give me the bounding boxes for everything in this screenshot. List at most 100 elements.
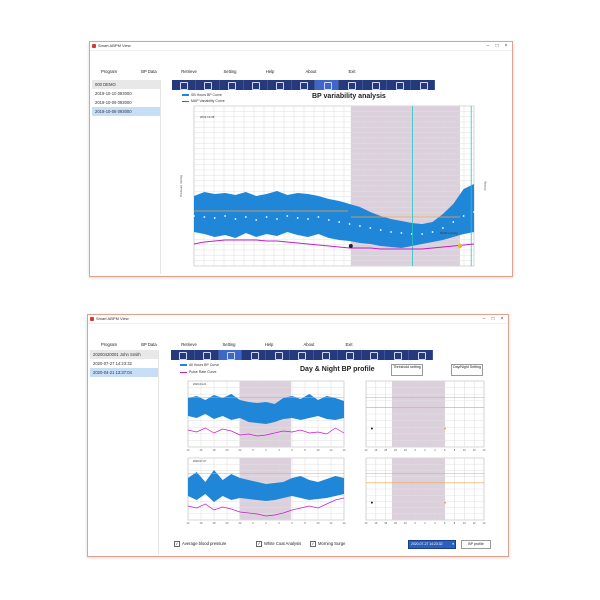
tab-table-icon[interactable] (338, 350, 362, 360)
legend-pulse-curve: Pulse Rate Curve (180, 370, 216, 374)
bp-reading-point (462, 215, 465, 217)
y-axis-label-right: mmHg (483, 181, 487, 190)
daynight-setting-button[interactable]: Day/Night Setting (451, 364, 483, 376)
record-item-selected[interactable]: 2020-04-21 13:37:04 (90, 368, 158, 377)
bp-data-button[interactable]: ▣ BP Data (132, 325, 166, 347)
tab-print-icon[interactable] (195, 350, 219, 360)
x-tick-label: 6 (444, 521, 446, 525)
date-label: 2019-10-08 (200, 115, 215, 119)
tab-variability-icon[interactable] (314, 350, 338, 360)
about-button[interactable]: … About (292, 325, 326, 347)
tab-histogram-icon[interactable] (266, 350, 291, 360)
bp-profile-button[interactable]: BP profile (461, 540, 491, 549)
average-bp-checkbox[interactable]: ✓ Average blood pressure (174, 541, 226, 547)
top-window: Smart ABPM View – □ × ● Program ▣ BP Data … (89, 41, 513, 277)
close-window-icon[interactable]: × (498, 315, 506, 323)
x-tick-label: 10 (463, 521, 466, 525)
x-tick-label: 20 (394, 521, 397, 525)
chat-icon: … (306, 54, 316, 64)
tab-report-icon[interactable] (172, 80, 196, 90)
bp-reading-point (307, 218, 309, 220)
date-select[interactable]: 2020-07-27 14:23:32 ▾ (408, 540, 456, 549)
main-toolbar: ● Program ▣ BP Data ▤ Retrieve ⚙ Setting ? He… (88, 325, 508, 353)
exit-button[interactable]: ✕ Exit (332, 325, 366, 347)
tab-pie-icon[interactable] (290, 350, 314, 360)
bp-reading-point (317, 216, 320, 218)
threshold-setting-button[interactable]: Threshold setting (391, 364, 423, 376)
tab-export-icon[interactable] (411, 80, 435, 90)
x-tick-label: 4 (278, 521, 280, 525)
morning-surge-checkbox[interactable]: ✓ Morning Surge (310, 541, 345, 547)
help-button[interactable]: ? Help (252, 325, 286, 347)
record-item-selected[interactable]: 2019-10-08 093000 (92, 107, 160, 116)
maximize-icon[interactable]: □ (489, 315, 497, 323)
tab-image-icon[interactable] (363, 80, 388, 90)
exit-button[interactable]: ✕ Exit (335, 52, 369, 74)
x-tick-label: 18 (384, 521, 387, 525)
tab-variability-icon[interactable] (315, 80, 340, 90)
x-tick-label: 16 (374, 448, 377, 452)
x-tick-label: 0 (414, 521, 416, 525)
tab-table-icon[interactable] (339, 80, 364, 90)
program-button[interactable]: ● Program (92, 325, 126, 347)
person-icon: ● (106, 54, 112, 64)
close-icon: ✕ (348, 54, 356, 64)
minimize-icon[interactable]: – (480, 315, 488, 323)
chart-date-label: 2020-07-27 (193, 459, 207, 463)
tab-histogram-icon[interactable] (268, 80, 292, 90)
app-logo-icon (90, 317, 94, 321)
x-tick-label: 0 (252, 521, 254, 525)
tab-daynight-icon[interactable] (218, 350, 243, 360)
tab-curve-icon[interactable] (220, 80, 244, 90)
chart-title: Day & Night BP profile (300, 366, 375, 373)
about-button[interactable]: … About (294, 52, 328, 74)
bp-reading-point (369, 227, 372, 229)
retrieve-button[interactable]: ▤ Retrieve (172, 52, 206, 74)
x-tick-label: 20 (226, 448, 229, 452)
bp-reading-point (265, 216, 268, 218)
record-item[interactable]: 2019-10-10 093000 (92, 89, 160, 98)
tab-print-icon[interactable] (196, 80, 220, 90)
record-item[interactable]: 2019-10-09 093000 (92, 98, 160, 107)
bp-reading-point (296, 217, 299, 219)
legend-bp-curve: All Hours BP Curve (180, 363, 219, 367)
x-tick-label: 4 (278, 448, 280, 452)
tab-globe-icon[interactable] (387, 80, 412, 90)
tab-pie-icon[interactable] (292, 80, 316, 90)
setting-button[interactable]: ⚙ Setting (213, 52, 247, 74)
analysis-tab-strip (171, 350, 433, 360)
chat-icon: … (304, 327, 314, 337)
retrieve-button[interactable]: ▤ Retrieve (172, 325, 206, 347)
tab-trend-icon[interactable] (244, 80, 268, 90)
x-tick-label: 22 (239, 448, 242, 452)
title-bar: Smart ABPM View – □ × (90, 42, 512, 51)
maximize-icon[interactable]: □ (493, 42, 501, 50)
x-tick-label: 8 (454, 521, 456, 525)
tab-globe-icon[interactable] (385, 350, 410, 360)
data-icon: ▣ (144, 327, 154, 337)
bp-reading-point (421, 233, 424, 235)
bp-variability-chart: 09:00 morning 2019-10-08 Pressure mmHg mmHg (179, 105, 487, 267)
tab-image-icon[interactable] (362, 350, 386, 360)
program-button[interactable]: ● Program (92, 52, 126, 74)
tab-report-icon[interactable] (171, 350, 195, 360)
record-item[interactable]: 2020-07-27 14:23:32 (90, 359, 158, 368)
x-tick-label: 12 (473, 448, 476, 452)
minimize-icon[interactable]: – (484, 42, 492, 50)
night-start-marker (370, 427, 373, 430)
help-button[interactable]: ? Help (253, 52, 287, 74)
day-start-marker (444, 501, 447, 504)
record-list: 20200420001 John Smith 2020-07-27 14:23:… (90, 350, 159, 554)
bp-data-button[interactable]: ▣ BP Data (132, 52, 166, 74)
gear-icon: ⚙ (224, 327, 234, 337)
patient-item[interactable]: 000 DEMO (92, 80, 160, 89)
tab-export-icon[interactable] (409, 350, 433, 360)
patient-item[interactable]: 20200420001 John Smith (90, 350, 158, 359)
x-tick-label: 10 (317, 521, 320, 525)
tab-trend-icon[interactable] (242, 350, 267, 360)
bp-reading-point (400, 232, 403, 234)
setting-button[interactable]: ⚙ Setting (212, 325, 246, 347)
analysis-tab-strip (172, 80, 435, 90)
white-coat-checkbox[interactable]: ✓ White Coat Analysis (256, 541, 301, 547)
close-window-icon[interactable]: × (502, 42, 510, 50)
